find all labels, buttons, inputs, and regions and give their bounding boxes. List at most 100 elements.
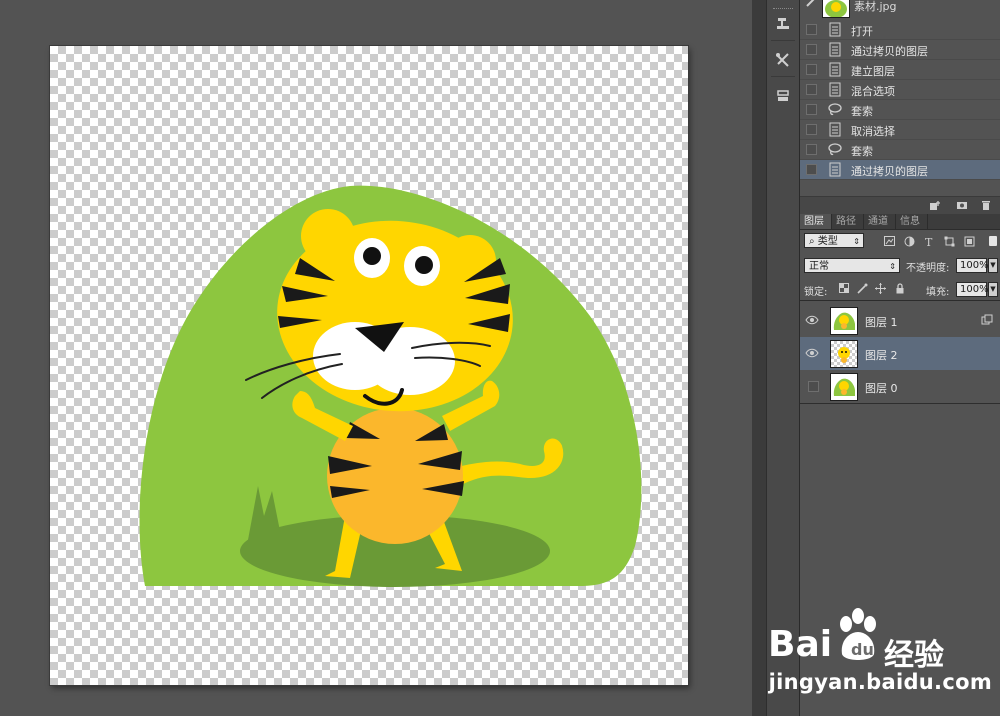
fill-label: 填充: [926,287,950,298]
strip-divider [771,76,795,77]
trash-icon[interactable] [979,199,993,211]
filter-kind-select[interactable]: ⌕ 类型 ⇕ [804,233,864,248]
history-brush-icon[interactable] [805,0,817,8]
snapshot-label: 素材.jpg [854,0,897,13]
filter-type-icon[interactable]: T [922,234,936,248]
tiger-artwork [139,185,642,587]
strip-divider [771,40,795,41]
document-canvas[interactable] [50,46,688,685]
layer-thumbnail[interactable] [830,307,858,335]
opacity-dropdown-arrow[interactable]: ▼ [988,258,998,273]
fill-dropdown-arrow[interactable]: ▼ [988,282,998,297]
opacity-label: 不透明度: [906,263,950,274]
search-icon: ⌕ [809,236,815,247]
lock-all-icon[interactable] [894,282,906,294]
history-checkbox[interactable] [806,164,817,175]
filter-adjustment-icon[interactable] [902,234,916,248]
history-item[interactable]: 套索 [800,100,1000,120]
tab-paths[interactable]: 路径 [832,214,864,229]
blend-mode-value: 正常 [809,261,829,272]
layer-row[interactable]: 图层 0 [800,370,1000,404]
history-item[interactable]: 取消选择 [800,120,1000,140]
document-icon [829,122,841,137]
tab-layers[interactable]: 图层 [800,214,832,229]
fill-input[interactable]: 100% [956,282,989,297]
smart-object-badge-icon [981,314,993,325]
camera-snapshot-icon[interactable] [955,199,969,211]
filter-shape-icon[interactable] [942,234,956,248]
history-item-label: 取消选择 [851,125,895,138]
layer-name[interactable]: 图层 2 [865,347,898,363]
tab-info[interactable]: 信息 [896,214,928,229]
history-checkbox[interactable] [806,144,817,155]
history-item-label: 套索 [851,105,873,118]
history-item[interactable]: 混合选项 [800,80,1000,100]
history-checkbox[interactable] [806,44,817,55]
document-icon [829,82,841,97]
history-item[interactable]: 通过拷贝的图层 [800,40,1000,60]
blend-row: 正常 ⇕ 不透明度: 100% ▼ [800,256,1000,276]
eye-visibility-icon[interactable] [805,347,819,359]
history-item[interactable]: 打开 [800,20,1000,40]
eye-visibility-icon[interactable] [805,314,819,326]
history-item-label: 混合选项 [851,85,895,98]
opacity-input[interactable]: 100% [956,258,989,273]
history-item[interactable]: 建立图层 [800,60,1000,80]
filter-pixel-icon[interactable] [882,234,896,248]
lasso-icon [828,143,842,156]
lock-row: 锁定: 填充: 100% ▼ [800,280,1000,301]
history-checkbox[interactable] [806,104,817,115]
lasso-icon [828,103,842,116]
layer-thumbnail[interactable] [830,373,858,401]
history-checkbox[interactable] [806,24,817,35]
svg-text:T: T [925,236,933,247]
tool-presets-icon[interactable] [770,48,796,72]
lock-transparent-pixels-icon[interactable] [838,282,850,294]
history-item[interactable]: 套索 [800,140,1000,160]
history-item-selected[interactable]: 通过拷贝的图层 [800,160,1000,180]
document-workspace[interactable] [0,0,752,716]
filter-smart-object-icon[interactable] [962,234,976,248]
panel-separator [752,0,766,716]
layer-thumbnail[interactable] [830,340,858,368]
layer-row[interactable]: 图层 1 [800,304,1000,338]
lock-label: 锁定: [804,287,828,298]
right-panel-dock: 素材.jpg 打开 通过拷贝的图层 建立图层 混合选项 套索 取消选择 套索 通… [799,0,1000,716]
history-item-label: 建立图层 [851,65,895,78]
strip-grip[interactable] [773,8,793,11]
history-panel: 素材.jpg 打开 通过拷贝的图层 建立图层 混合选项 套索 取消选择 套索 通… [800,0,1000,196]
layer-comps-icon[interactable] [770,84,796,108]
history-checkbox[interactable] [806,64,817,75]
clone-source-icon[interactable] [770,12,796,36]
history-item-label: 打开 [851,25,873,38]
document-icon [829,22,841,37]
history-checkbox[interactable] [806,124,817,135]
layer-name[interactable]: 图层 1 [865,314,898,330]
filter-toggle-icon[interactable] [986,234,1000,248]
layers-panel: 图层 路径 通道 信息 ⌕ 类型 ⇕ T 正常 ⇕ 不透明度: 100% ▼ 锁… [800,214,1000,716]
history-item-label: 套索 [851,145,873,158]
history-footer [800,196,1000,214]
layer-name[interactable]: 图层 0 [865,380,898,396]
snapshot-thumbnail [822,0,850,18]
history-checkbox[interactable] [806,84,817,95]
updown-arrow-icon: ⇕ [889,262,896,271]
blend-mode-select[interactable]: 正常 ⇕ [804,258,900,273]
lock-image-pixels-icon[interactable] [856,282,868,294]
layers-empty-area[interactable] [800,404,1000,716]
tab-channels[interactable]: 通道 [864,214,896,229]
layer-row-selected[interactable]: 图层 2 [800,337,1000,371]
document-icon [829,42,841,57]
lock-position-icon[interactable] [874,282,886,294]
docked-panel-strip [766,0,800,716]
filter-kind-label: 类型 [817,236,838,247]
history-snapshot[interactable]: 素材.jpg [800,0,1000,20]
document-icon [829,162,841,177]
visibility-toggle-off[interactable] [808,381,819,392]
updown-arrow-icon: ⇕ [853,237,860,246]
layers-panel-tabs: 图层 路径 通道 信息 [800,214,1000,230]
history-item-label: 通过拷贝的图层 [851,45,928,58]
document-icon [829,62,841,77]
new-document-from-state-icon[interactable] [928,199,942,211]
history-item-label: 通过拷贝的图层 [851,165,928,178]
